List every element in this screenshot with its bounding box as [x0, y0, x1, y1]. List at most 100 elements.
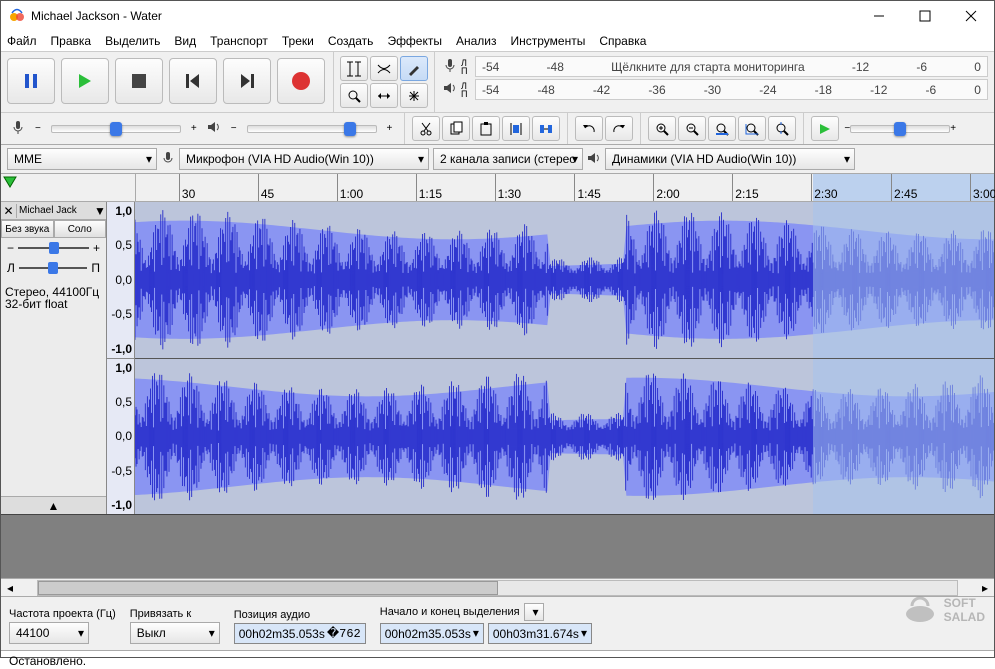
menu-tools[interactable]: Инструменты — [511, 34, 586, 48]
mic-meter-icon[interactable] — [443, 58, 457, 75]
skip-start-button[interactable] — [169, 58, 217, 104]
zoom-toggle-button[interactable] — [768, 116, 796, 141]
speaker-meter-icon[interactable] — [443, 81, 457, 98]
track-menu-button[interactable]: ▼ — [94, 204, 106, 218]
close-button[interactable] — [948, 1, 994, 31]
menu-analyze[interactable]: Анализ — [456, 34, 497, 48]
snap-combo[interactable]: Выкл▾ — [130, 622, 220, 644]
horizontal-scrollbar[interactable]: ◂ ▸ — [1, 578, 994, 596]
audio-position-field[interactable]: 00h02m35.053s�762 — [234, 623, 366, 644]
redo-button[interactable] — [605, 116, 633, 141]
status-bar: Остановлено. — [1, 650, 994, 669]
play-at-speed-button[interactable] — [811, 116, 839, 141]
track-collapse-button[interactable]: ▲ — [1, 496, 106, 514]
undo-button[interactable] — [575, 116, 603, 141]
menu-generate[interactable]: Создать — [328, 34, 374, 48]
skip-end-button[interactable] — [223, 58, 271, 104]
stop-button[interactable] — [115, 58, 163, 104]
record-volume-slider[interactable] — [51, 125, 181, 133]
meter-tick: -12 — [870, 83, 887, 97]
selection-end-field[interactable]: 00h03m31.674s▾ — [488, 623, 592, 644]
combo-value: 2 канала записи (стерео) — [440, 152, 576, 166]
mic-icon — [161, 151, 175, 168]
tools-toolbar — [336, 52, 432, 112]
track-name[interactable]: Michael Jack — [17, 205, 94, 216]
pause-button[interactable] — [7, 58, 55, 104]
menu-tracks[interactable]: Треки — [282, 34, 314, 48]
project-rate-combo[interactable]: 44100▾ — [9, 622, 89, 644]
timeline-ruler[interactable]: 30 45 1:00 1:15 1:30 1:45 2:00 2:15 2:30… — [1, 174, 994, 202]
envelope-tool[interactable] — [370, 56, 398, 81]
meter-tick: -54 — [482, 60, 499, 74]
meter-tick: -6 — [926, 83, 937, 97]
menu-effects[interactable]: Эффекты — [387, 34, 442, 48]
play-button[interactable] — [61, 58, 109, 104]
fit-project-button[interactable] — [738, 116, 766, 141]
record-button[interactable] — [277, 58, 325, 104]
track-close-button[interactable]: ✕ — [1, 204, 17, 218]
tick-label: 3:00 — [973, 187, 995, 201]
selection-start-field[interactable]: 00h02m35.053s▾ — [380, 623, 484, 644]
speaker-icon — [207, 120, 221, 137]
mute-button[interactable]: Без звука — [1, 220, 54, 238]
waveform-left[interactable] — [135, 202, 994, 359]
selection-mode-combo[interactable]: ▾ — [524, 603, 544, 621]
zoom-tool[interactable] — [340, 83, 368, 108]
combo-value: MME — [14, 152, 42, 166]
menu-file[interactable]: Файл — [7, 34, 37, 48]
tick-label: 2:30 — [814, 187, 837, 201]
audio-host-combo[interactable]: MME ▾ — [7, 148, 157, 170]
copy-button[interactable] — [442, 116, 470, 141]
draw-tool[interactable] — [400, 56, 428, 81]
tick-label: 1:15 — [419, 187, 442, 201]
record-channels-combo[interactable]: 2 канала записи (стерео)▾ — [433, 148, 583, 170]
fit-selection-button[interactable] — [708, 116, 736, 141]
track-area: ✕ Michael Jack ▼ Без звука Соло −+ ЛП Ст… — [1, 202, 994, 514]
maximize-button[interactable] — [902, 1, 948, 31]
tick-label: 1:45 — [577, 187, 600, 201]
time-value: 00h02m35.053s — [239, 627, 325, 641]
gain-slider[interactable]: −+ — [1, 238, 106, 258]
record-device-combo[interactable]: Микрофон (VIA HD Audio(Win 10))▾ — [179, 148, 429, 170]
tick-label: 2:00 — [656, 187, 679, 201]
silence-button[interactable] — [532, 116, 560, 141]
multi-tool[interactable] — [400, 83, 428, 108]
empty-track-area[interactable] — [1, 514, 994, 578]
menu-transport[interactable]: Транспорт — [210, 34, 268, 48]
transport-toolbar — [1, 52, 331, 112]
track-control-panel: ✕ Michael Jack ▼ Без звука Соло −+ ЛП Ст… — [1, 202, 107, 514]
scroll-left-button[interactable]: ◂ — [1, 581, 19, 595]
playback-device-combo[interactable]: Динамики (VIA HD Audio(Win 10))▾ — [605, 148, 855, 170]
menu-view[interactable]: Вид — [174, 34, 196, 48]
playback-speed-slider[interactable] — [850, 125, 950, 133]
playback-volume-slider[interactable] — [247, 125, 377, 133]
menu-help[interactable]: Справка — [599, 34, 646, 48]
menu-edit[interactable]: Правка — [51, 34, 92, 48]
record-meter[interactable]: -54 -48 Щёлкните для старта мониторинга … — [475, 56, 988, 77]
chevron-down-icon: ▾ — [146, 152, 152, 166]
tick-label: 2:45 — [894, 187, 917, 201]
cut-button[interactable] — [412, 116, 440, 141]
menu-select[interactable]: Выделить — [105, 34, 160, 48]
timeshift-tool[interactable] — [370, 83, 398, 108]
zoom-out-button[interactable] — [678, 116, 706, 141]
playback-meter[interactable]: -54 -48 -42 -36 -30 -24 -18 -12 -6 0 — [475, 79, 988, 100]
combo-value: 44100 — [16, 626, 49, 640]
meter-tick: -18 — [815, 83, 832, 97]
meter-tick: -30 — [704, 83, 721, 97]
playhead-icon[interactable] — [3, 176, 17, 190]
waveform-right[interactable] — [135, 359, 994, 515]
paste-button[interactable] — [472, 116, 500, 141]
solo-button[interactable]: Соло — [54, 220, 107, 238]
scroll-right-button[interactable]: ▸ — [976, 581, 994, 595]
meter-tick: 0 — [974, 60, 981, 74]
pan-slider[interactable]: ЛП — [1, 258, 106, 278]
trim-button[interactable] — [502, 116, 530, 141]
speaker-icon — [587, 151, 601, 168]
minimize-button[interactable] — [856, 1, 902, 31]
meter-tick: -54 — [482, 83, 499, 97]
time-value: 00h02m35.053s — [385, 627, 471, 641]
selection-tool[interactable] — [340, 56, 368, 81]
combo-value: Микрофон (VIA HD Audio(Win 10)) — [186, 152, 374, 166]
zoom-in-button[interactable] — [648, 116, 676, 141]
